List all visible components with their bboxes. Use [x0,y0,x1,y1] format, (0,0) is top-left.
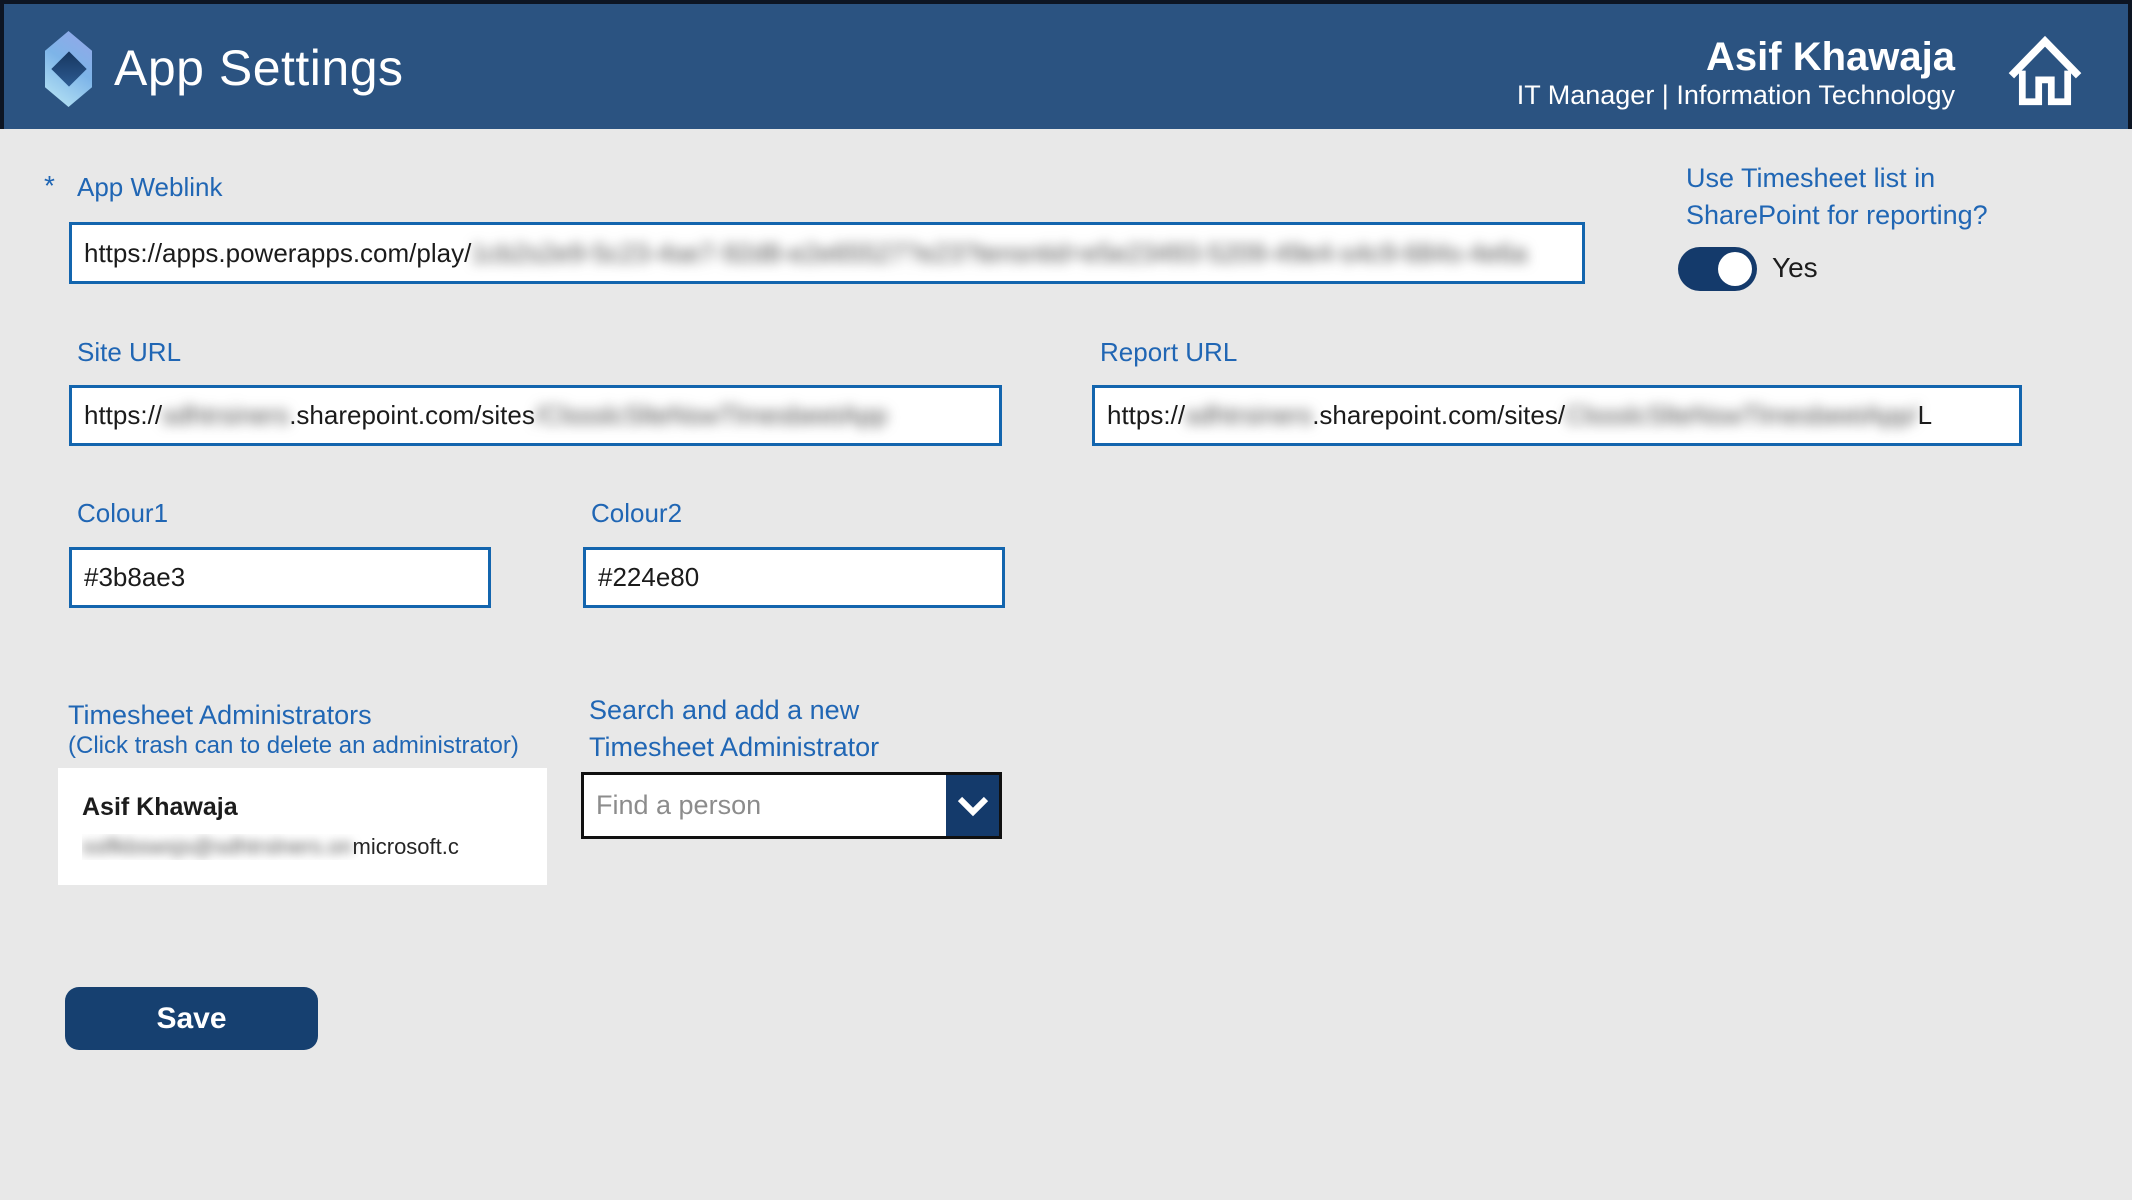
colour1-input[interactable]: #3b8ae3 [69,547,491,608]
site-url-redacted-2: /ClssslcSlteNswTlmesbeetApp [535,400,888,431]
colour2-value: #224e80 [598,562,699,593]
admin-name: Asif Khawaja [82,793,238,822]
home-icon[interactable] [2003,30,2087,108]
site-url-redacted-1: sdhtrsiners [162,400,289,431]
colour1-label: Colour1 [77,498,168,529]
use-timesheet-toggle[interactable] [1678,247,1757,291]
report-url-redacted-1: sdhtrsiners [1185,400,1312,431]
app-settings-screen: App Settings Asif Khawaja IT Manager | I… [0,0,2132,1200]
user-name: Asif Khawaja [1517,34,1955,80]
use-timesheet-label: Use Timesheet list in SharePoint for rep… [1686,160,2066,234]
find-person-placeholder: Find a person [584,775,946,836]
admin-email-visible: microsoft.c [353,834,459,860]
report-url-prefix: https:// [1107,400,1185,431]
site-url-prefix: https:// [84,400,162,431]
app-logo-icon [45,31,92,107]
report-url-redacted-2: ClssslcSlteNswTlmesbeetApp/ [1565,400,1918,431]
page-title: App Settings [114,40,404,96]
site-url-middle: .sharepoint.com/sites [289,400,535,431]
chevron-down-icon [956,795,990,817]
header: App Settings Asif Khawaja IT Manager | I… [0,0,2132,129]
app-weblink-redacted: 1cb2s2e9-5c23-4se7-92d8-e2e65527?e23?ten… [471,238,1527,269]
report-url-suffix: L [1918,400,1932,431]
admins-list: Asif Khawaja sslfkbswsjs@sdhtrslners.onm… [58,768,547,885]
app-weblink-value: https://apps.powerapps.com/play/ [84,238,471,269]
toggle-value-label: Yes [1772,252,1818,284]
admins-hint: (Click trash can to delete an administra… [68,732,519,760]
app-weblink-label: App Weblink [77,172,223,203]
report-url-label: Report URL [1100,337,1237,368]
colour2-input[interactable]: #224e80 [583,547,1005,608]
report-url-middle: .sharepoint.com/sites/ [1312,400,1565,431]
required-asterisk: * [44,170,55,202]
colour2-label: Colour2 [591,498,682,529]
app-logo-core [51,51,86,86]
report-url-input[interactable]: https://sdhtrsiners.sharepoint.com/sites… [1092,385,2022,446]
user-role: IT Manager | Information Technology [1517,80,1955,110]
site-url-label: Site URL [77,337,181,368]
colour1-value: #3b8ae3 [84,562,185,593]
user-info: Asif Khawaja IT Manager | Information Te… [1517,34,1955,110]
combobox-dropdown-button[interactable] [946,775,999,836]
admin-email: sslfkbswsjs@sdhtrslners.onmicrosoft.c [82,834,542,860]
admin-email-redacted: sslfkbswsjs@sdhtrslners.on [82,834,353,860]
save-button[interactable]: Save [65,987,318,1050]
app-weblink-input[interactable]: https://apps.powerapps.com/play/1cb2s2e9… [69,222,1585,284]
toggle-knob [1718,252,1752,286]
admins-label: Timesheet Administrators [68,700,372,731]
find-person-combobox[interactable]: Find a person [581,772,1002,839]
search-admin-label: Search and add a new Timesheet Administr… [589,692,929,766]
site-url-input[interactable]: https://sdhtrsiners.sharepoint.com/sites… [69,385,1002,446]
